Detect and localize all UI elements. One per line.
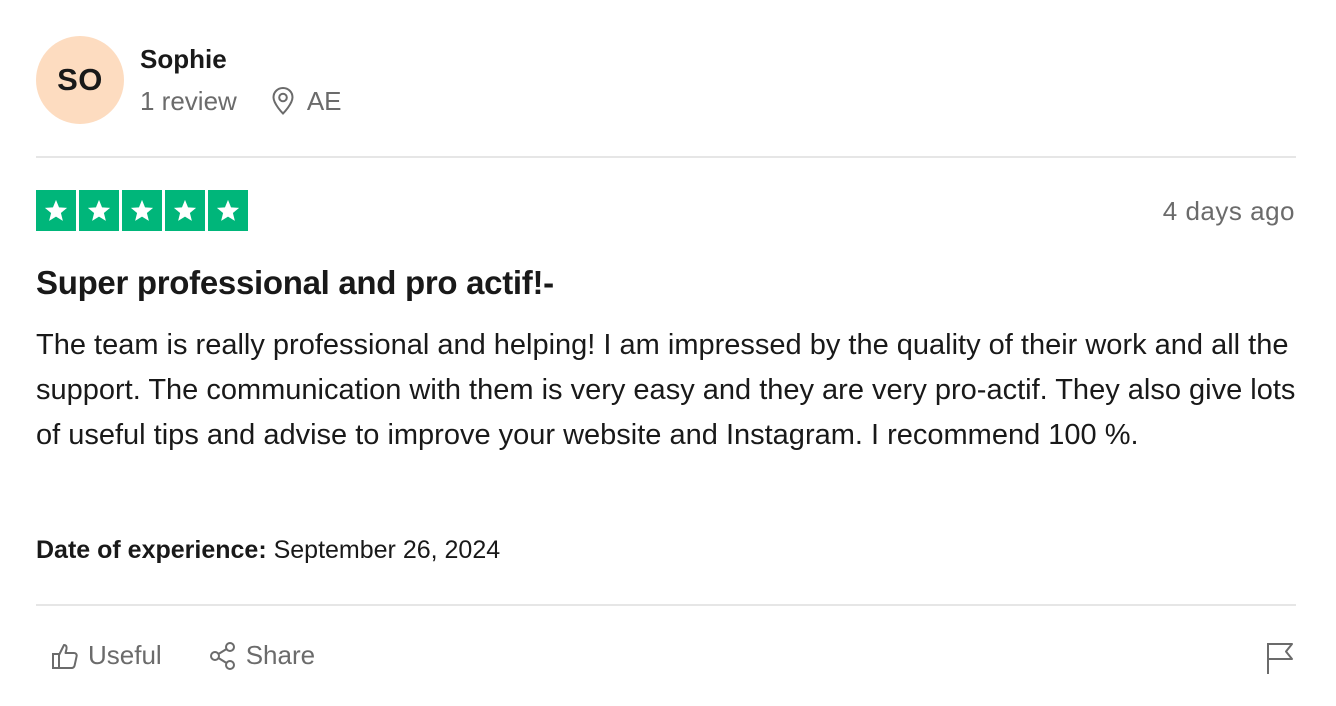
star-icon	[122, 190, 162, 231]
reviewer-location: AE	[271, 84, 342, 118]
reviewer-meta: Sophie 1 review AE	[140, 36, 342, 118]
divider	[36, 156, 1296, 158]
location-code: AE	[306, 86, 342, 116]
star-icon	[208, 190, 248, 231]
review-date: 4 days ago	[1162, 196, 1295, 226]
share-icon	[209, 641, 235, 670]
reviewer-details: 1 review AE	[140, 84, 342, 118]
review-count: 1 review	[140, 86, 237, 116]
share-button[interactable]: Share	[208, 640, 315, 671]
star-icon	[79, 190, 119, 231]
useful-button[interactable]: Useful	[50, 640, 162, 671]
experience-date: September 26, 2024	[273, 536, 501, 564]
star-icon	[36, 190, 76, 231]
review-card: SO Sophie 1 review AE 4 days ago Super p…	[0, 0, 1336, 706]
share-label: Share	[245, 640, 316, 670]
review-title[interactable]: Super professional and pro actif!-	[36, 264, 554, 302]
report-button[interactable]	[1265, 640, 1295, 681]
reviewer-header: SO Sophie 1 review AE	[36, 36, 342, 124]
divider	[36, 604, 1296, 606]
star-rating	[36, 190, 251, 231]
thumbs-up-icon	[52, 643, 78, 669]
review-actions: Useful Share	[50, 640, 361, 671]
star-icon	[165, 190, 205, 231]
map-pin-icon	[272, 86, 294, 115]
avatar[interactable]: SO	[36, 36, 124, 124]
experience-label: Date of experience:	[36, 536, 267, 564]
flag-icon	[1267, 643, 1293, 674]
useful-label: Useful	[88, 640, 162, 670]
review-body: The team is really professional and help…	[36, 329, 1296, 451]
reviewer-name[interactable]: Sophie	[140, 42, 342, 76]
date-of-experience: Date of experience: September 26, 2024	[36, 536, 500, 565]
avatar-initials: SO	[57, 62, 103, 97]
